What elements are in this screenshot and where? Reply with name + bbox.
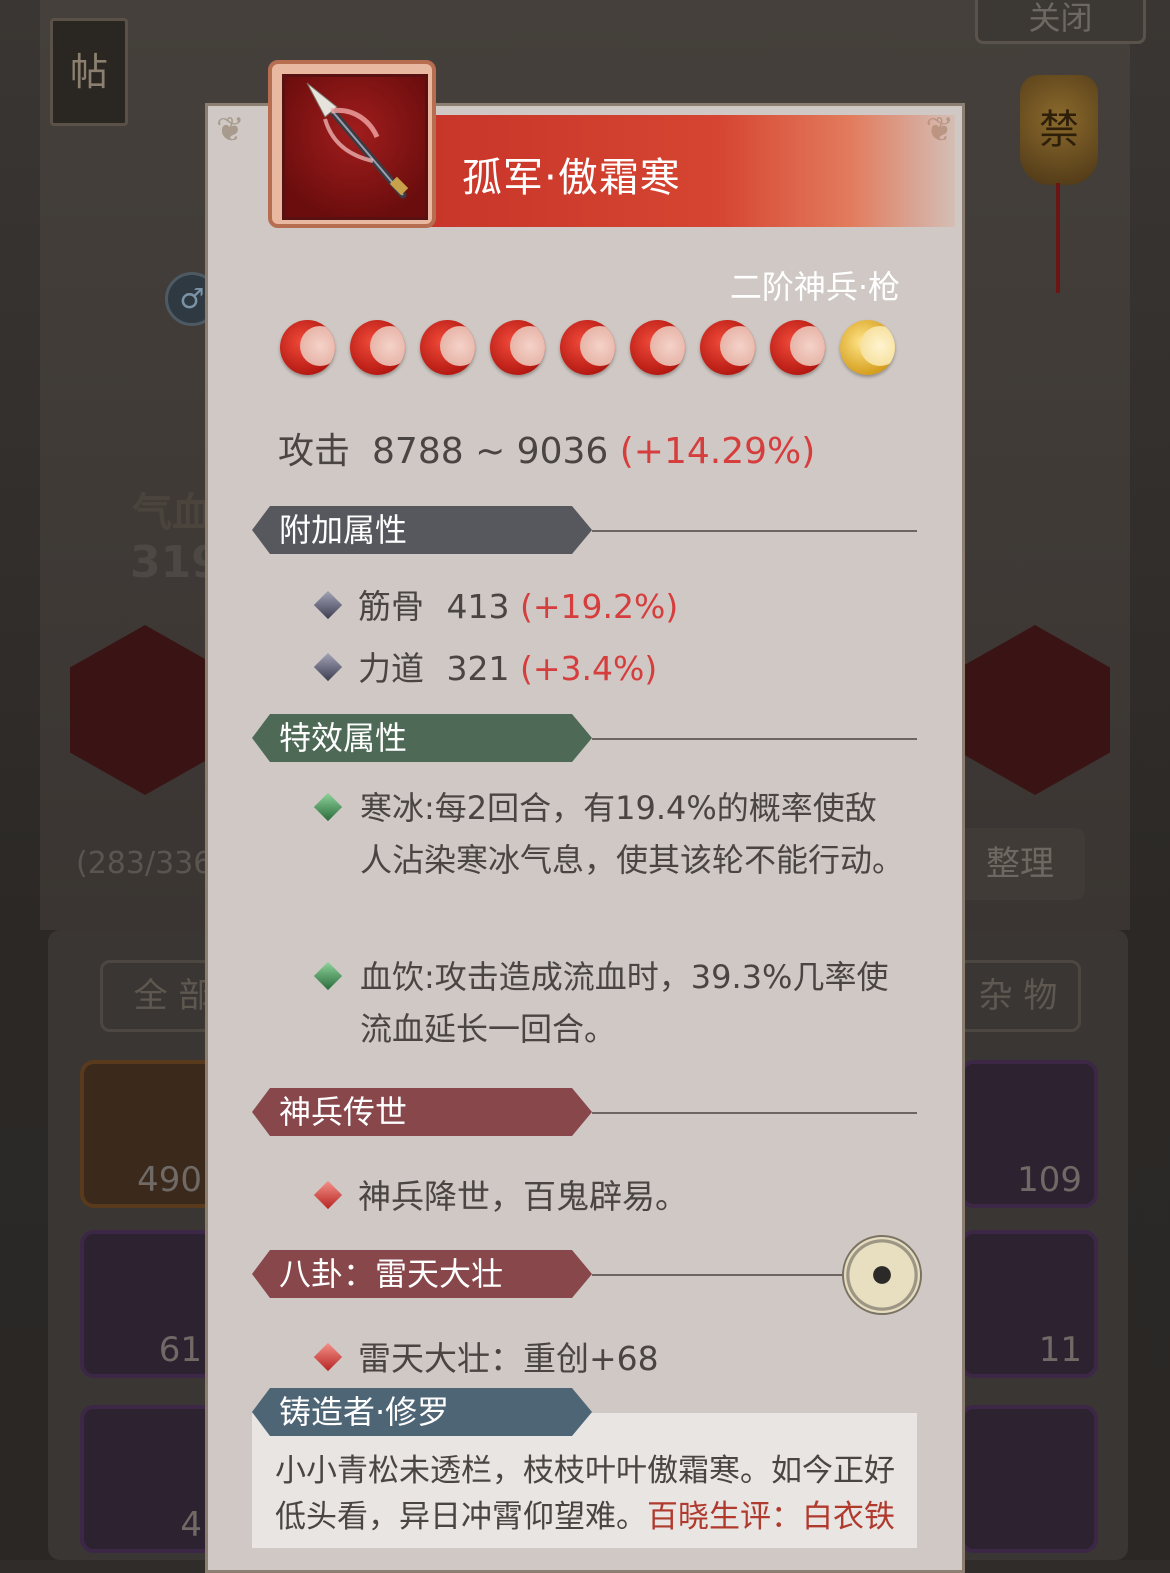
section-special-effects: 特效属性: [252, 714, 917, 764]
slot-count: 490: [137, 1160, 202, 1200]
spear-icon: [282, 74, 428, 220]
stat-row: 力道 321 (+3.4%): [312, 642, 657, 690]
attack-bonus: (+14.29%): [619, 431, 816, 472]
slot-count: 4: [180, 1505, 202, 1545]
red-moon-star-icon: [350, 320, 405, 375]
effect-description: 血饮:攻击造成流血时，39.3%几率使流血延长一回合。: [360, 958, 889, 1048]
diamond-bullet-icon: [313, 1342, 343, 1372]
attack-stat: 攻击 8788 ~ 9036 (+14.29%): [278, 422, 815, 474]
diamond-bullet-icon: [313, 652, 343, 682]
tidy-button[interactable]: 整理: [955, 828, 1085, 900]
poem-comment: 百晓生评：白衣铁: [647, 1499, 895, 1535]
effect-description: 寒冰:每2回合，有19.4%的概率使敌人沾染寒冰气息，使其该轮不能行动。: [360, 789, 905, 879]
red-moon-star-icon: [630, 320, 685, 375]
stat-bonus: (+3.4%): [520, 649, 658, 688]
divider: [592, 530, 917, 532]
section-title: 铸造者·修罗: [252, 1388, 592, 1436]
divider: [592, 1112, 917, 1114]
stat-name: 力道: [358, 649, 424, 688]
stat-value: 413: [446, 587, 510, 626]
post-button[interactable]: 帖: [50, 18, 128, 126]
red-moon-star-icon: [700, 320, 755, 375]
item-name: 孤军·傲霜寒: [462, 155, 681, 201]
slot-count: 61: [158, 1330, 202, 1370]
tab-misc[interactable]: 杂 物: [955, 960, 1081, 1032]
close-button[interactable]: 关闭: [975, 0, 1146, 44]
bagua-row: 雷天大壮：重创+68: [312, 1332, 659, 1380]
red-moon-star-icon: [420, 320, 475, 375]
attack-range: 8788 ~ 9036: [372, 431, 609, 472]
section-forger: 铸造者·修罗: [252, 1388, 917, 1438]
red-moon-star-icon: [560, 320, 615, 375]
stat-value: 321: [446, 649, 510, 688]
forger-poem: 小小青松未透栏，枝枝叶叶傲霜寒。如今正好低头看，异日冲霄仰望难。百晓生评：白衣铁: [275, 1448, 905, 1540]
hp-label: 气血: [132, 490, 212, 536]
stat-bonus: (+19.2%): [520, 587, 679, 626]
legend-row: 神兵降世，百鬼辟易。: [312, 1170, 688, 1218]
stat-name: 筋骨: [358, 587, 424, 626]
section-title: 八卦：雷天大壮: [252, 1250, 592, 1298]
bagua-text: 雷天大壮：重创+68: [358, 1339, 659, 1378]
slot-count: 11: [1038, 1330, 1082, 1370]
section-title: 附加属性: [252, 506, 592, 554]
ban-charm-icon[interactable]: 禁: [1020, 75, 1098, 293]
corner-ornament: ❦: [216, 110, 245, 150]
section-title: 特效属性: [252, 714, 592, 762]
stat-row: 筋骨 413 (+19.2%): [312, 580, 678, 628]
bag-capacity: (283/336: [76, 846, 213, 881]
diamond-bullet-icon: [313, 1180, 343, 1210]
inventory-slot[interactable]: 11: [960, 1230, 1098, 1378]
item-icon-frame: [268, 60, 436, 228]
inventory-slot[interactable]: 61: [80, 1230, 218, 1378]
section-extra-attributes: 附加属性: [252, 506, 917, 556]
slot-count: 109: [1017, 1160, 1082, 1200]
inventory-slot[interactable]: 4: [80, 1405, 218, 1553]
inventory-slot[interactable]: 490: [80, 1060, 218, 1208]
section-bagua: 八卦：雷天大壮: [252, 1250, 917, 1300]
legend-text: 神兵降世，百鬼辟易。: [358, 1177, 688, 1216]
section-title: 神兵传世: [252, 1088, 592, 1136]
red-moon-star-icon: [490, 320, 545, 375]
attack-label: 攻击: [278, 431, 351, 472]
gold-moon-star-icon: [840, 320, 895, 375]
divider: [592, 738, 917, 740]
inventory-slot[interactable]: 109: [960, 1060, 1098, 1208]
refine-stars: [280, 320, 895, 375]
section-legend: 神兵传世: [252, 1088, 917, 1138]
diamond-bullet-icon: [313, 590, 343, 620]
red-moon-star-icon: [280, 320, 335, 375]
red-moon-star-icon: [770, 320, 825, 375]
bagua-icon[interactable]: [842, 1235, 922, 1315]
item-grade: 二阶神兵·枪: [729, 268, 900, 306]
inventory-slot[interactable]: [960, 1405, 1098, 1553]
